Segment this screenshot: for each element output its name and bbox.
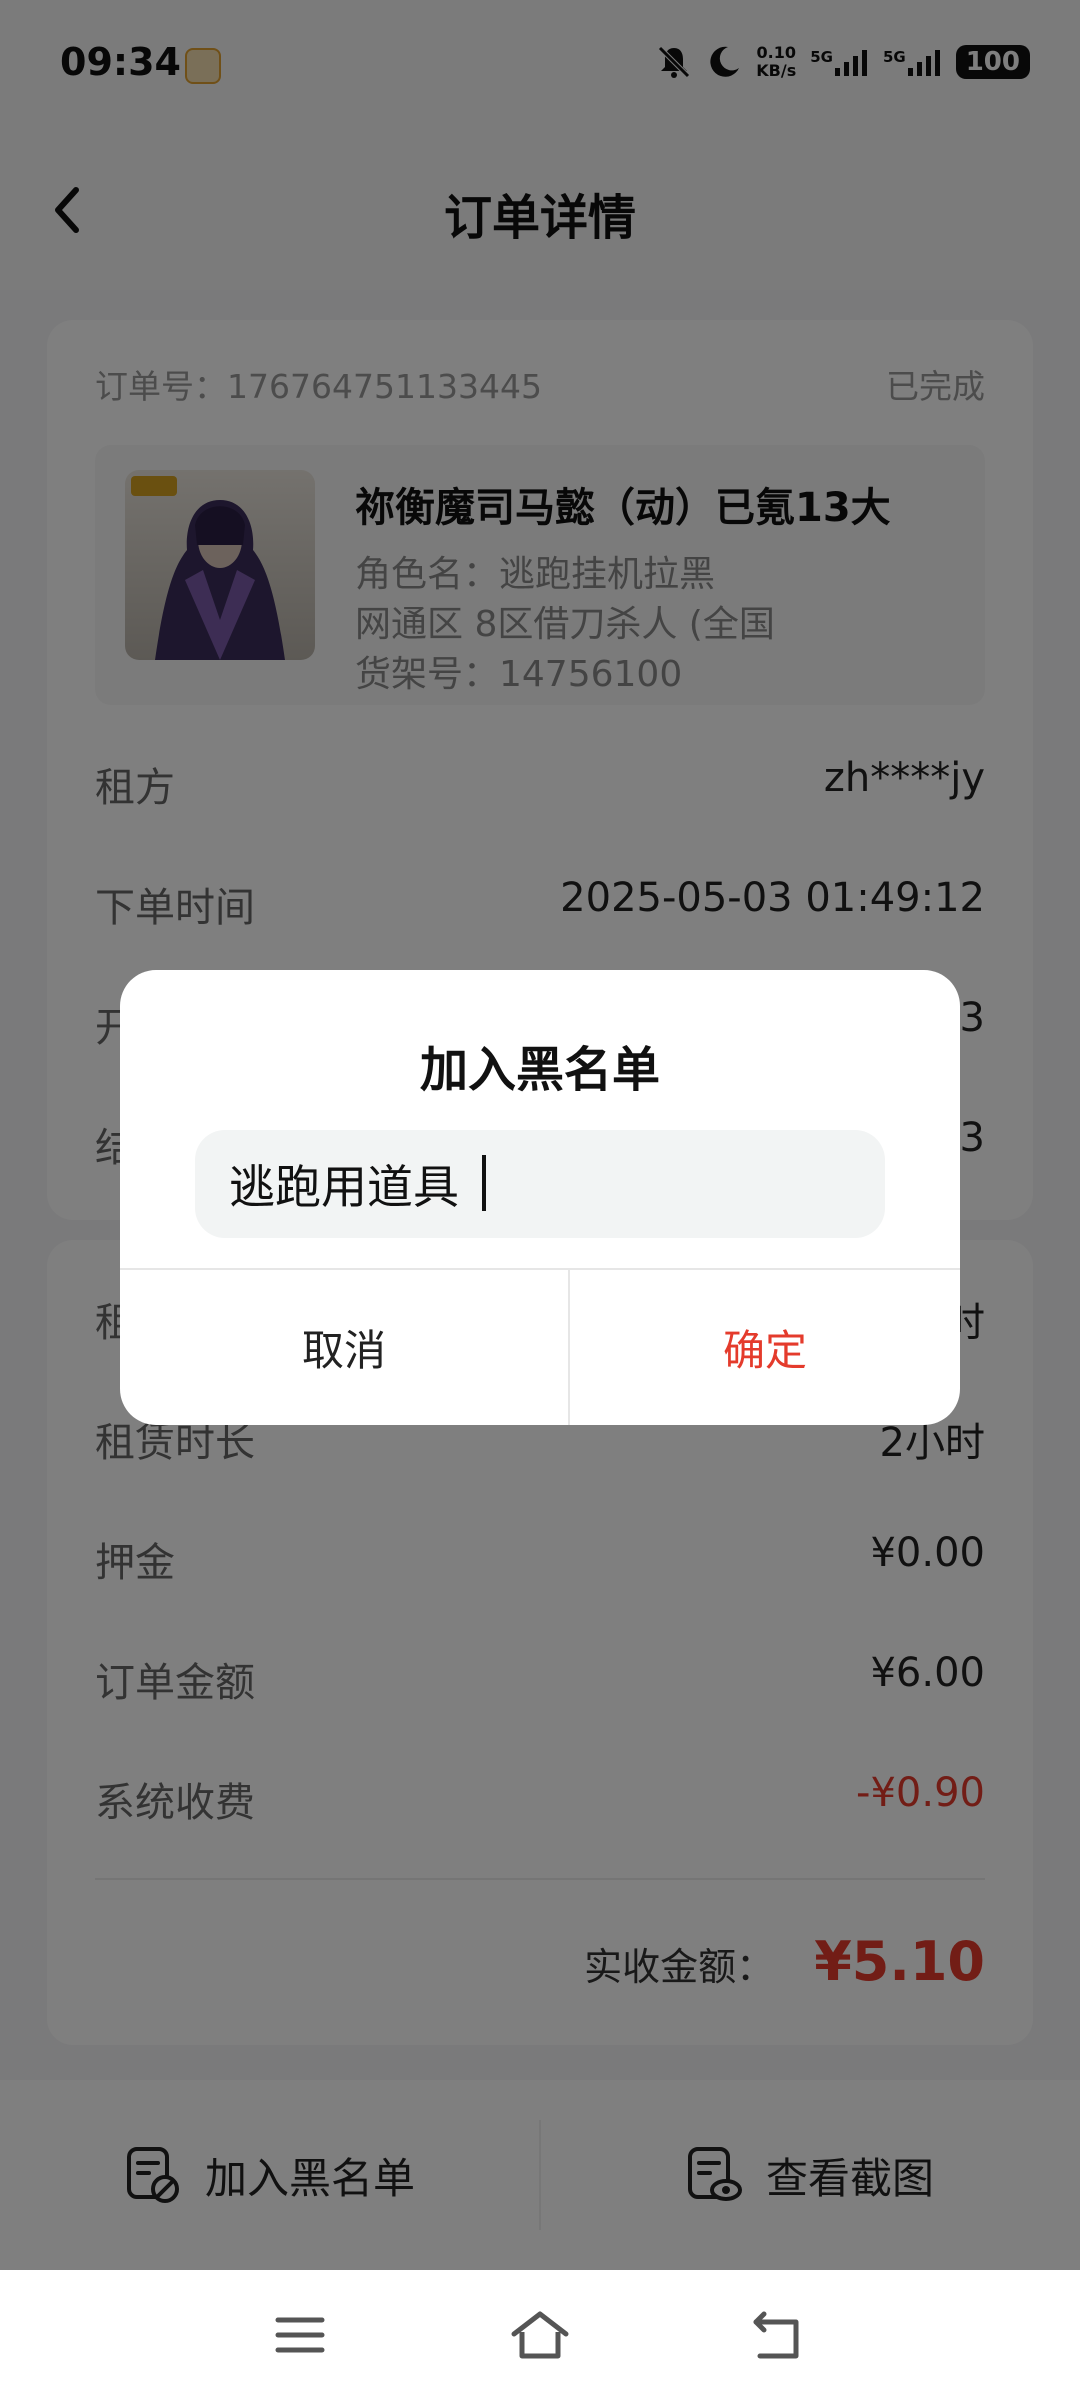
- home-icon[interactable]: [510, 2310, 570, 2360]
- blacklist-reason-input[interactable]: [195, 1130, 885, 1238]
- dialog-title: 加入黑名单: [419, 1042, 660, 1098]
- cancel-button[interactable]: 取消: [120, 1270, 568, 1425]
- system-nav-bar: [0, 2270, 1080, 2400]
- return-icon[interactable]: [750, 2310, 810, 2360]
- menu-icon[interactable]: [270, 2310, 330, 2360]
- confirm-button[interactable]: 确定: [570, 1270, 960, 1425]
- text-caret: [482, 1155, 486, 1211]
- blacklist-dialog: 加入黑名单 取消 确定: [120, 970, 960, 1425]
